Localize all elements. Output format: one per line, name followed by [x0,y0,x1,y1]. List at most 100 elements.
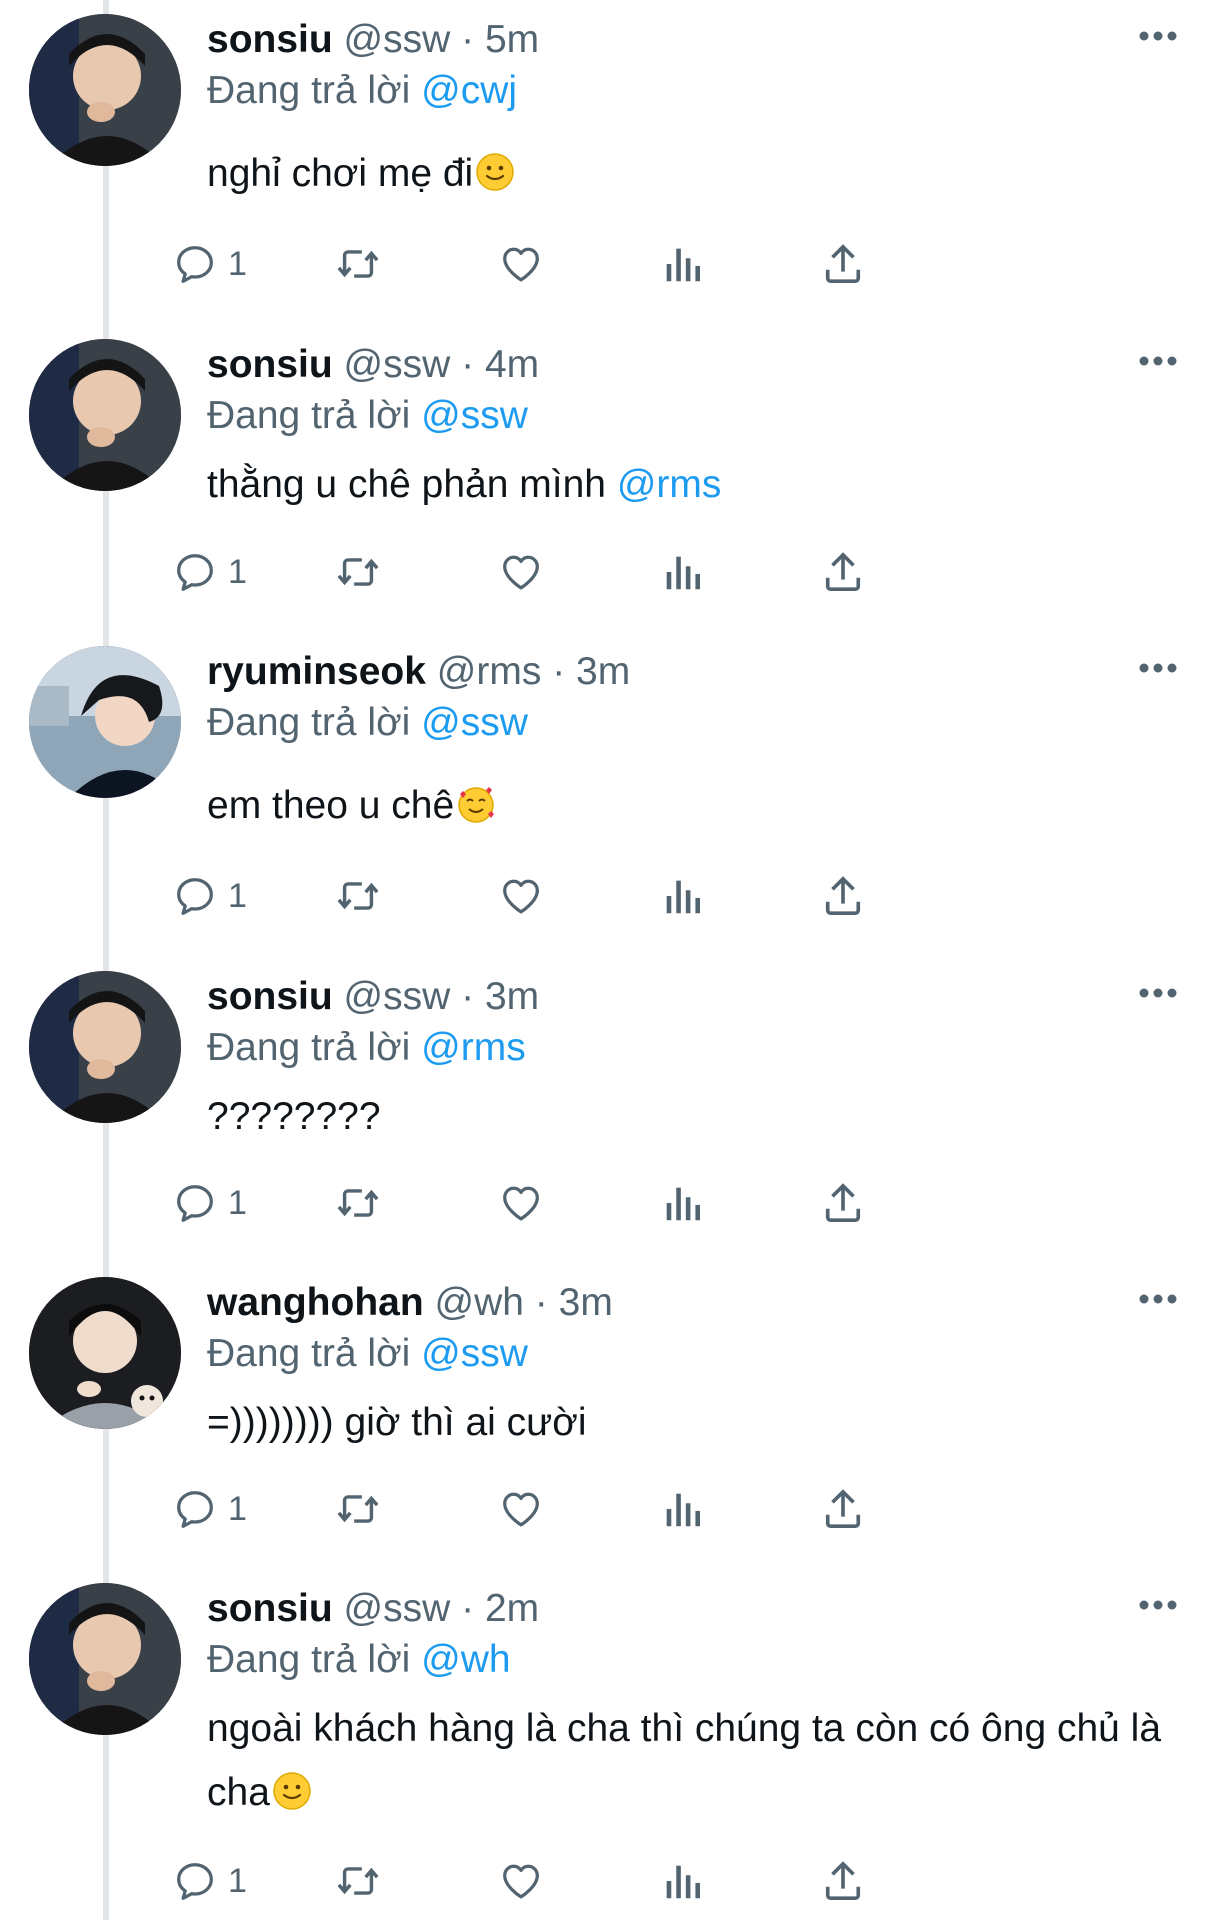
retweet-button[interactable] [332,234,384,294]
reply-button[interactable]: 1 [172,1479,247,1539]
tweet-header: sonsiu @ssw · 2m [207,1585,539,1633]
heart-icon [497,1858,545,1904]
more-dots-icon[interactable] [1138,662,1178,674]
tweet-actions: 1 [177,1851,1107,1911]
reply-to-mention[interactable]: @rms [421,1026,526,1069]
tweet-text: ngoài khách hàng là cha thì chúng ta còn… [207,1697,1167,1825]
handle[interactable]: @rms [437,650,542,693]
share-button[interactable] [822,1173,864,1233]
reply-count: 1 [228,1184,247,1222]
display-name[interactable]: ryuminseok [207,650,426,693]
tweet-header: sonsiu @ssw · 4m [207,341,539,389]
heart-icon [497,549,545,595]
timestamp[interactable]: 4m [485,343,539,386]
reply-to-mention[interactable]: @ssw [421,701,528,744]
timestamp[interactable]: 2m [485,1587,539,1630]
smiling-face-with-hearts-emoji-icon [458,787,495,823]
retweet-button[interactable] [332,1479,384,1539]
timestamp[interactable]: 5m [485,18,539,61]
more-dots-icon[interactable] [1138,987,1178,999]
more-dots-icon[interactable] [1138,355,1178,367]
reply-button[interactable]: 1 [172,542,247,602]
handle[interactable]: @wh [435,1281,524,1324]
display-name[interactable]: sonsiu [207,343,333,386]
tweet-text-content: =)))))))) giờ thì ai cười [207,1401,587,1444]
retweet-icon [332,1858,384,1904]
views-button[interactable] [662,234,702,294]
handle[interactable]: @ssw [344,18,451,61]
avatar[interactable] [29,1277,181,1429]
reply-bubble-icon [172,1858,218,1904]
retweet-button[interactable] [332,542,384,602]
like-button[interactable] [497,234,545,294]
more-dots-icon[interactable] [1138,1599,1178,1611]
reply-bubble-icon [172,1486,218,1532]
reply-to-mention[interactable]: @cwj [421,69,517,112]
reply-button[interactable]: 1 [172,1173,247,1233]
more-dots-icon[interactable] [1138,1293,1178,1305]
replying-to: Đang trả lời @ssw [207,698,528,748]
timestamp[interactable]: 3m [559,1281,613,1324]
avatar[interactable] [29,339,181,491]
handle[interactable]: @ssw [344,1587,451,1630]
avatar[interactable] [29,646,181,798]
avatar[interactable] [29,971,181,1123]
tweet-text-content: thằng u chê phản mình [207,463,617,506]
handle[interactable]: @ssw [344,343,451,386]
display-name[interactable]: sonsiu [207,975,333,1018]
display-name[interactable]: sonsiu [207,18,333,61]
share-button[interactable] [822,1479,864,1539]
reply-bubble-icon [172,873,218,919]
share-upload-icon [822,1486,864,1532]
retweet-button[interactable] [332,1851,384,1911]
views-button[interactable] [662,542,702,602]
timestamp[interactable]: 3m [576,650,630,693]
separator: · [461,975,475,1018]
avatar[interactable] [29,1583,181,1735]
views-button[interactable] [662,1851,702,1911]
timestamp[interactable]: 3m [485,975,539,1018]
heart-icon [497,1180,545,1226]
share-upload-icon [822,549,864,595]
retweet-icon [332,549,384,595]
share-button[interactable] [822,542,864,602]
tweet-actions: 1 [177,234,1107,294]
like-button[interactable] [497,1851,545,1911]
avatar[interactable] [29,14,181,166]
more-dots-icon[interactable] [1138,30,1178,42]
views-button[interactable] [662,866,702,926]
like-button[interactable] [497,542,545,602]
views-button[interactable] [662,1173,702,1233]
tweet-text-content: em theo u chê [207,784,455,827]
views-chart-icon [662,549,702,595]
replying-prefix: Đang trả lời [207,1638,411,1681]
retweet-icon [332,873,384,919]
retweet-button[interactable] [332,866,384,926]
display-name[interactable]: wanghohan [207,1281,424,1324]
retweet-button[interactable] [332,1173,384,1233]
share-button[interactable] [822,1851,864,1911]
slightly-smiling-face-emoji-icon [273,1772,311,1810]
tweet-text: thằng u chê phản mình @rms [207,453,1167,517]
reply-button[interactable]: 1 [172,234,247,294]
handle[interactable]: @ssw [344,975,451,1018]
reply-to-mention[interactable]: @wh [421,1638,510,1681]
share-upload-icon [822,241,864,287]
like-button[interactable] [497,1479,545,1539]
display-name[interactable]: sonsiu [207,1587,333,1630]
views-chart-icon [662,1180,702,1226]
reply-button[interactable]: 1 [172,866,247,926]
views-button[interactable] [662,1479,702,1539]
reply-to-mention[interactable]: @ssw [421,1332,528,1375]
reply-bubble-icon [172,241,218,287]
reply-to-mention[interactable]: @ssw [421,394,528,437]
like-button[interactable] [497,866,545,926]
share-button[interactable] [822,866,864,926]
separator: · [461,343,475,386]
share-button[interactable] [822,234,864,294]
reply-button[interactable]: 1 [172,1851,247,1911]
tweet-text-mention[interactable]: @rms [617,463,722,506]
tweet-actions: 1 [177,1479,1107,1539]
tweet-text-content: ???????? [207,1095,381,1138]
like-button[interactable] [497,1173,545,1233]
